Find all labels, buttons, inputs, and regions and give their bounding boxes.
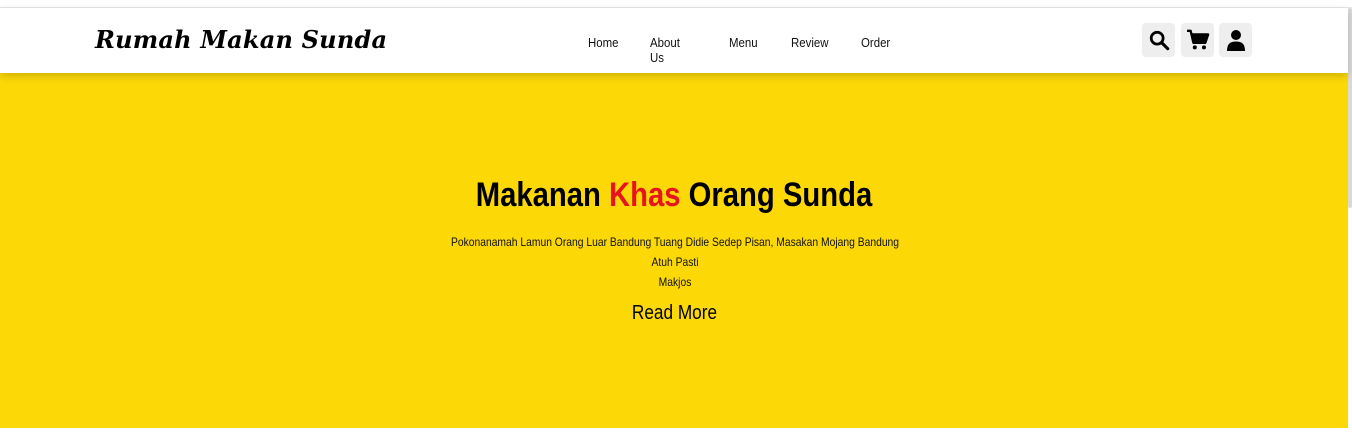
nav-about-us[interactable]: About Us — [650, 35, 680, 65]
cart-icon — [1186, 29, 1209, 50]
read-more-button[interactable]: Read More — [0, 302, 1348, 325]
nav-home[interactable]: Home — [588, 35, 619, 50]
nav-review[interactable]: Review — [791, 35, 829, 50]
hero-title-part2: Orang Sunda — [680, 176, 873, 214]
hero-title-part1: Makanan — [475, 176, 610, 214]
search-icon — [1149, 30, 1169, 51]
hero-title: Makanan Khas Orang Sunda — [94, 176, 1253, 215]
nav-menu[interactable]: Menu — [729, 35, 758, 50]
search-button[interactable] — [1142, 23, 1175, 57]
scrollbar[interactable] — [1348, 8, 1352, 208]
user-icon — [1226, 30, 1245, 51]
hero-description-line2: Makjos — [658, 275, 692, 289]
hero-description: Pokonanamah Lamun Orang Luar Bandung Tua… — [402, 232, 948, 292]
page: Rumah Makan Sunda Home About Us Menu Rev… — [0, 0, 1352, 435]
hero-title-accent: Khas — [609, 176, 681, 214]
cart-button[interactable] — [1181, 23, 1214, 57]
hero-section: Makanan Khas Orang Sunda Pokonanamah Lam… — [0, 73, 1348, 428]
user-button[interactable] — [1219, 23, 1252, 57]
site-header: Rumah Makan Sunda Home About Us Menu Rev… — [0, 8, 1348, 73]
browser-top-strip — [0, 0, 1352, 8]
hero-description-line1: Pokonanamah Lamun Orang Luar Bandung Tua… — [450, 235, 900, 269]
nav-order[interactable]: Order — [861, 35, 890, 50]
site-logo[interactable]: Rumah Makan Sunda — [95, 25, 387, 54]
read-more-label: Read More — [631, 302, 717, 324]
